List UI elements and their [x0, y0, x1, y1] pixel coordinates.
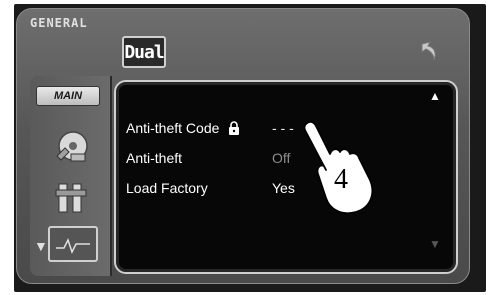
arrow-up-icon[interactable]: ▲ — [428, 90, 442, 102]
setting-value[interactable]: - - - — [272, 120, 294, 136]
lock-icon — [229, 121, 240, 135]
tab-main[interactable]: MAIN — [36, 86, 100, 106]
tools-icon — [55, 183, 87, 213]
sidebar-scroll-down[interactable]: ▼ — [34, 238, 50, 260]
sidebar-item-media[interactable] — [48, 124, 94, 168]
setting-antitheft[interactable]: Anti-theft — [126, 150, 182, 166]
arrow-down-icon[interactable]: ▼ — [428, 238, 442, 250]
step-number: 4 — [334, 164, 348, 195]
section-title: GENERAL — [30, 16, 88, 30]
setting-load-factory[interactable]: Load Factory — [126, 180, 208, 196]
sidebar-item-display[interactable] — [48, 226, 98, 262]
pointing-hand-icon: 4 — [303, 120, 374, 215]
back-arrow-icon — [421, 41, 436, 61]
brand-logo: Dual — [122, 36, 166, 68]
settings-panel — [114, 80, 458, 274]
display-icon — [56, 238, 90, 254]
setting-value[interactable]: Yes — [272, 180, 295, 196]
media-disc-icon — [56, 131, 88, 162]
setting-label: Anti-theft Code — [126, 120, 220, 136]
setting-value[interactable]: Off — [272, 150, 290, 166]
setting-label: Anti-theft — [126, 150, 183, 166]
sidebar-item-tools[interactable] — [48, 176, 94, 220]
setting-label: Load Factory — [126, 180, 208, 196]
back-button[interactable] — [416, 38, 442, 64]
setting-antitheft-code[interactable]: Anti-theft Code — [126, 120, 240, 136]
